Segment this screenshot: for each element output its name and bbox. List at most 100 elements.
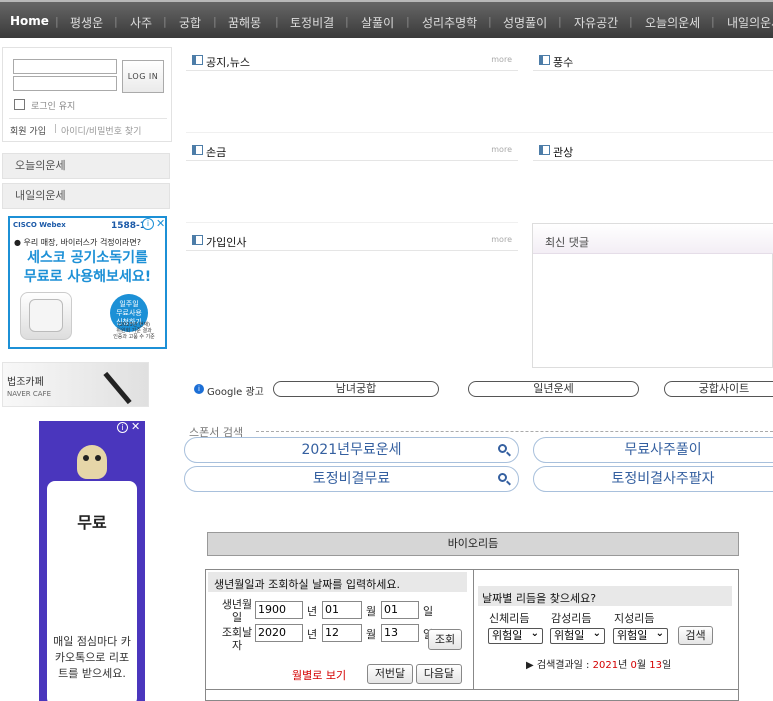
prompt-text: 생년월일과 조회하실 날짜를 입력하세요.: [214, 578, 401, 591]
nav-home[interactable]: Home: [10, 14, 49, 28]
nav-compat[interactable]: 궁합: [179, 14, 201, 31]
info-icon[interactable]: i: [194, 384, 204, 394]
physical-select[interactable]: 위험일: [488, 627, 543, 644]
greet-title[interactable]: 가입인사: [206, 234, 246, 250]
ad-title: 세스코 공기소독기를 무료로 사용해보세요!: [23, 250, 152, 285]
query-button[interactable]: 조회: [428, 629, 462, 650]
nav-seongri[interactable]: 성리추명학: [422, 14, 477, 31]
nav-today[interactable]: 오늘의운세: [645, 14, 700, 31]
prev-month-button[interactable]: 저번달: [367, 664, 413, 684]
nav-dream[interactable]: 꿈해몽: [228, 14, 261, 31]
fengshui-title[interactable]: 풍수: [553, 54, 573, 70]
biorhythm-panel: 생년월일과 조회하실 날짜를 입력하세요. 생년월 일 1900 년 01 월 …: [205, 569, 739, 701]
nav-salpuri[interactable]: 살풀이: [361, 14, 394, 31]
face-title[interactable]: 관상: [553, 144, 573, 160]
google-ad-label: Google 광고: [207, 387, 264, 398]
ad-link-compat-site[interactable]: 궁합사이트: [664, 381, 773, 397]
kakao-ad-banner[interactable]: i ✕ 무료 매일 점심마다 카카오톡으로 리포트를 받으세요.: [39, 421, 145, 701]
sidebar-item-today[interactable]: 오늘의운세: [2, 153, 170, 179]
nav-separator: |: [114, 15, 118, 28]
ad-text: 매일 점심마다 카카오톡으로 리포트를 받으세요.: [53, 635, 131, 680]
ad-link-compat[interactable]: 남녀궁합: [273, 381, 439, 397]
birth-day-input[interactable]: 01: [381, 601, 419, 619]
search-button[interactable]: 검색: [678, 626, 713, 645]
search-result: ▶ 검색결과일 : 2021년 0월 13일: [526, 660, 672, 671]
ad-info-icon[interactable]: i: [142, 218, 154, 230]
ad-headline: ● 우리 매장, 바이러스가 걱정이라면?: [14, 238, 141, 247]
col-intellectual: 지성리듬: [614, 612, 655, 625]
palm-box: 손금 more: [186, 137, 518, 207]
nav-lifetime[interactable]: 평생운: [70, 14, 103, 31]
keep-login-checkbox[interactable]: [14, 99, 25, 110]
unit-month: 월: [366, 605, 377, 618]
nav-separator: |: [488, 15, 492, 28]
username-input[interactable]: [13, 59, 117, 74]
login-button[interactable]: LOG IN: [122, 60, 164, 93]
ad-phone: 1588-1: [111, 221, 147, 231]
birth-label: 생년월 일: [221, 598, 253, 624]
find-account-link[interactable]: 아이디/비밀번호 찾기: [61, 124, 141, 137]
sesco-ad-banner[interactable]: CISCO Webex 1588-1 i ✕ ● 우리 매장, 바이러스가 걱정…: [8, 216, 167, 349]
ad-link-yearly[interactable]: 일년운세: [468, 381, 639, 397]
mascot-icon: [77, 445, 107, 479]
prompt-bar: 생년월일과 조회하실 날짜를 입력하세요.: [208, 572, 467, 592]
join-link[interactable]: 회원 가입: [10, 124, 46, 137]
ad-label: 무료: [77, 513, 107, 532]
divider: [256, 431, 773, 432]
ad-close-icon[interactable]: ✕: [131, 421, 140, 433]
biorhythm-header: 바이오리듬: [207, 532, 739, 556]
query-month-input[interactable]: 12: [322, 624, 362, 642]
ad-info-icon[interactable]: i: [117, 422, 128, 433]
nav-name[interactable]: 성명풀이: [503, 14, 547, 31]
sponsor-link-4[interactable]: 토정비결사주팔자: [533, 466, 773, 492]
sidebar-item-tomorrow[interactable]: 내일의운세: [2, 183, 170, 209]
divider: [186, 132, 773, 133]
more-link[interactable]: more: [491, 145, 512, 154]
divider: [186, 222, 518, 223]
find-title: 날짜별 리듬을 찾으세요?: [482, 592, 597, 605]
search-icon: [498, 444, 507, 453]
unit-day: 일: [423, 605, 434, 618]
nav-separator: |: [345, 15, 349, 28]
intellectual-select[interactable]: 위험일: [613, 627, 668, 644]
nav-separator: |: [275, 15, 279, 28]
unit-month: 월: [366, 628, 377, 641]
palm-title[interactable]: 손금: [206, 144, 226, 160]
query-label: 조회날 자: [221, 626, 253, 652]
sponsor-link-2[interactable]: 무료사주풀이: [533, 437, 773, 463]
sponsor-link-1[interactable]: 2021년무료운세: [184, 437, 519, 463]
naver-cafe-banner[interactable]: 법조카페 NAVER CAFE: [2, 362, 149, 407]
board-icon: [539, 145, 550, 155]
emotional-select[interactable]: 위험일: [550, 627, 605, 644]
result-year: 2021: [592, 660, 619, 671]
more-link[interactable]: more: [491, 235, 512, 244]
monthly-view-link[interactable]: 월별로 보기: [292, 667, 346, 683]
cafe-name: 법조카페: [7, 377, 44, 388]
nav-tomorrow[interactable]: 내일의운세: [727, 14, 773, 31]
ad-fineprint: (2023년 현재) 위원회 기준 결과 인증과 고품 수 기준: [113, 322, 155, 340]
unit-year: 년: [307, 605, 318, 618]
query-day-input[interactable]: 13: [381, 624, 419, 642]
more-link[interactable]: more: [491, 55, 512, 64]
nav-separator: |: [213, 15, 217, 28]
query-year-input[interactable]: 2020: [255, 624, 303, 642]
birth-month-input[interactable]: 01: [322, 601, 362, 619]
notice-title[interactable]: 공지,뉴스: [206, 54, 250, 70]
nav-separator: |: [163, 15, 167, 28]
nav-free[interactable]: 자유공간: [574, 14, 618, 31]
nav-separator: |: [406, 15, 410, 28]
board-icon: [192, 235, 203, 245]
board-icon: [192, 55, 203, 65]
next-month-button[interactable]: 다음달: [416, 664, 462, 684]
link-separator: |: [54, 124, 58, 134]
nav-tojeong[interactable]: 토정비결: [290, 14, 334, 31]
search-icon: [498, 473, 507, 482]
nav-saju[interactable]: 사주: [130, 14, 152, 31]
sponsor-link-3[interactable]: 토정비결무료: [184, 466, 519, 492]
board-icon: [539, 55, 550, 65]
unit-year: 년: [307, 628, 318, 641]
password-input[interactable]: [13, 76, 117, 91]
login-panel: LOG IN 로그인 유지 회원 가입 | 아이디/비밀번호 찾기: [2, 47, 172, 142]
ad-close-icon[interactable]: ✕: [156, 218, 165, 230]
birth-year-input[interactable]: 1900: [255, 601, 303, 619]
